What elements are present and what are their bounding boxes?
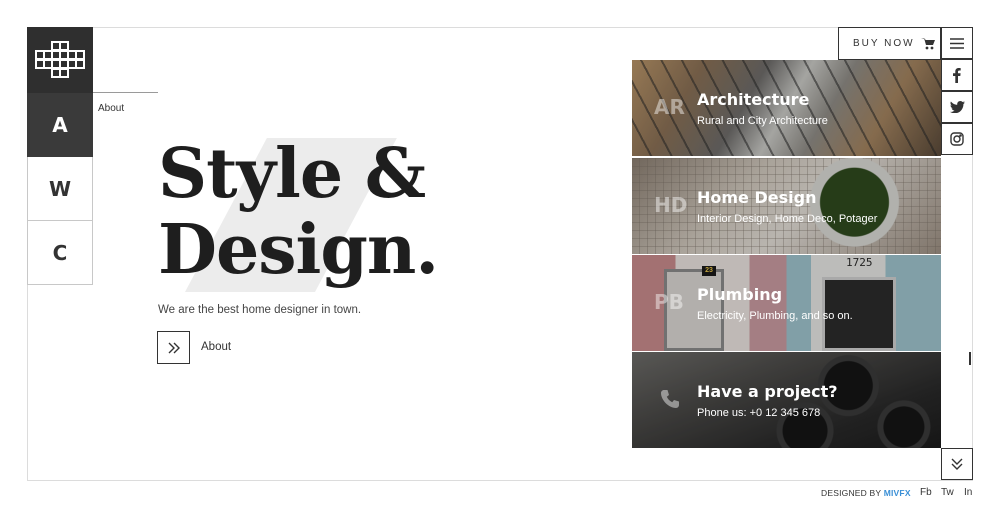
cart-icon [920,38,935,50]
footer-link-fb[interactable]: Fb [920,487,932,498]
designer-link[interactable]: MIVFX [884,488,911,498]
card-description: Phone us: +0 12 345 678 [697,407,821,419]
card-title: Plumbing [697,285,783,304]
scroll-down-button[interactable] [941,448,973,480]
designer-credit: DESIGNED BY MIVFX [821,488,911,498]
buy-now-label: BUY NOW [853,38,915,49]
card-abbr: AR [654,95,685,119]
card-abbr: HD [654,193,688,217]
card-description: Rural and City Architecture [697,115,828,127]
hero-title-line-2: Design. [158,210,439,290]
nav-label-underline [93,92,158,93]
service-card-plumbing[interactable]: 23 1725 PB Plumbing Electricity, Plumbin… [632,255,941,351]
buy-now-button[interactable]: BUY NOW [838,27,941,60]
card-title: Have a project? [697,382,838,401]
footer-link-in[interactable]: In [964,487,972,498]
hero-title-line-1: Style & [158,134,426,214]
section-nav: A W C [27,93,93,285]
facebook-icon [953,67,961,83]
twitter-link[interactable] [941,91,973,123]
nav-item-a[interactable]: A [27,93,93,157]
scroll-indicator [969,352,971,365]
nav-item-w[interactable]: W [27,157,93,221]
facebook-link[interactable] [941,59,973,91]
service-card-architecture[interactable]: AR Architecture Rural and City Architect… [632,60,941,156]
menu-button[interactable] [941,27,973,59]
card-description: Electricity, Plumbing, and so on. [697,310,853,322]
double-chevron-right-icon [168,342,180,353]
card-title: Architecture [697,90,810,109]
cross-grid-logo [35,41,85,78]
menu-icon [950,37,964,49]
credit-prefix: DESIGNED BY [821,488,882,498]
card-description: Interior Design, Home Deco, Potager [697,213,878,225]
nav-item-c[interactable]: C [27,221,93,285]
double-chevron-down-icon [951,458,963,470]
service-card-home-design[interactable]: HD Home Design Interior Design, Home Dec… [632,158,941,254]
hero-title: Style & Design. [158,134,439,290]
twitter-icon [949,101,965,113]
about-button-label[interactable]: About [201,341,231,353]
logo[interactable] [27,27,93,93]
footer-link-tw[interactable]: Tw [941,487,954,498]
card-title: Home Design [697,188,817,207]
instagram-icon [950,132,964,146]
service-card-contact[interactable]: Have a project? Phone us: +0 12 345 678 [632,352,941,448]
card-abbr: PB [654,290,684,314]
hero-subtitle: We are the best home designer in town. [158,304,362,316]
nav-active-label: About [98,103,125,114]
phone-icon [661,390,679,408]
instagram-link[interactable] [941,123,973,155]
about-button[interactable] [157,331,190,364]
